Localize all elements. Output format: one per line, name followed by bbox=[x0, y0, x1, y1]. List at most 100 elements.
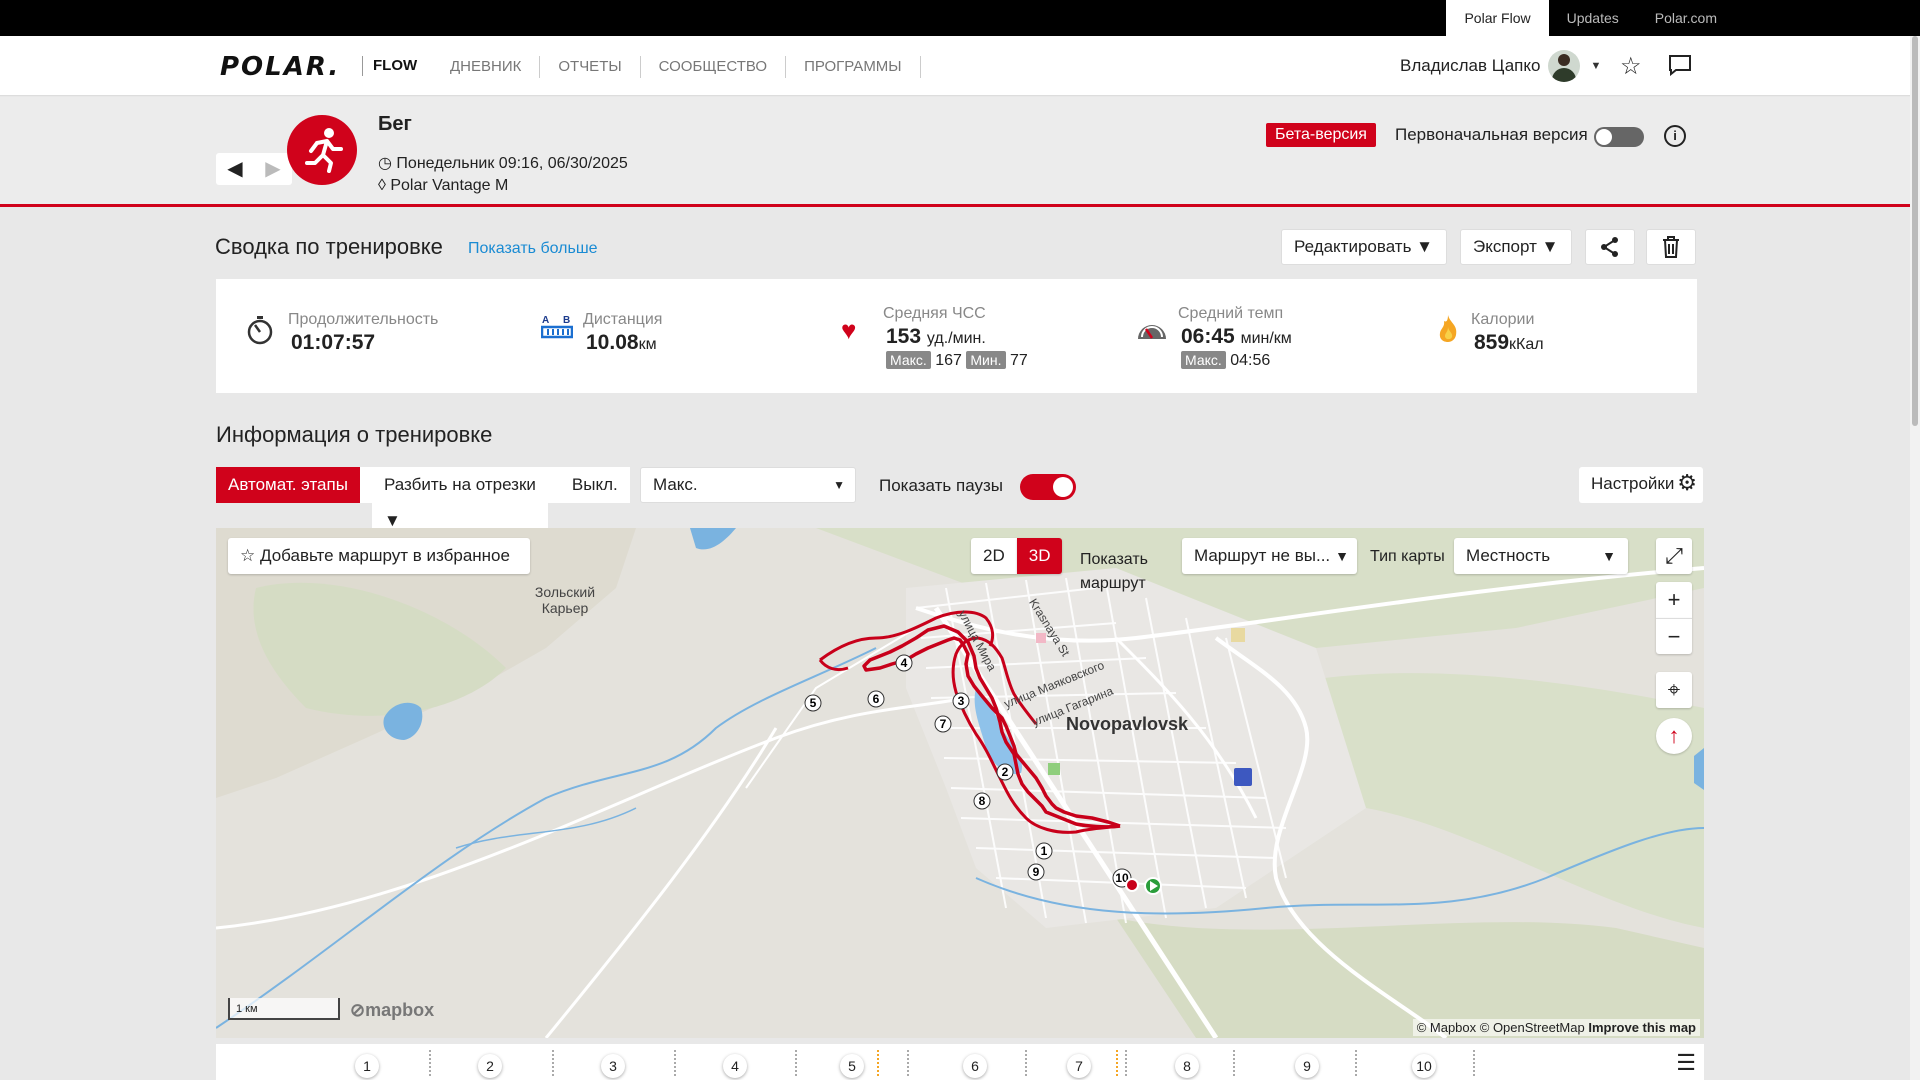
star-icon[interactable]: ☆ bbox=[1620, 52, 1642, 81]
add-favorite-route-button[interactable]: ☆ Добавьте маршрут в избранное bbox=[228, 538, 530, 574]
fullscreen-icon[interactable]: ⤢ bbox=[1656, 538, 1692, 574]
settings-button[interactable]: Настройки ⚙ bbox=[1579, 467, 1703, 503]
zoom-in-icon[interactable]: + bbox=[1656, 582, 1692, 618]
compass-icon[interactable]: ↑ bbox=[1656, 718, 1692, 754]
nav-diary[interactable]: ДНЕВНИК bbox=[432, 56, 541, 78]
pause-divider bbox=[877, 1050, 879, 1076]
message-icon[interactable] bbox=[1668, 54, 1692, 83]
svg-text:B: B bbox=[563, 315, 570, 326]
metric-pace: Средний темп 06:45 мин/км Макс. 04:56 bbox=[1136, 279, 1376, 393]
lap-marker[interactable]: 6 bbox=[963, 1054, 987, 1078]
locate-icon[interactable]: ⌖ bbox=[1656, 672, 1692, 708]
nav-programs[interactable]: ПРОГРАММЫ bbox=[786, 56, 921, 78]
mode-2d-button[interactable]: 2D bbox=[971, 538, 1017, 574]
stopwatch-icon bbox=[246, 315, 274, 352]
map-canvas[interactable]: 1 2 3 4 5 6 7 8 9 10 bbox=[216, 528, 1704, 1038]
page-scrollbar[interactable] bbox=[1910, 36, 1920, 1080]
lap-marker[interactable]: 2 bbox=[478, 1054, 502, 1078]
flame-icon bbox=[1436, 313, 1460, 350]
activity-device: ◊ Polar Vantage M bbox=[378, 177, 508, 195]
edit-button[interactable]: Редактировать ▼ bbox=[1281, 229, 1447, 265]
export-button-label: Экспорт bbox=[1473, 237, 1537, 256]
route-select[interactable]: Маршрут не вы... ▼ bbox=[1182, 538, 1357, 574]
scrollbar-thumb[interactable] bbox=[1912, 36, 1918, 426]
svg-text:1: 1 bbox=[1041, 844, 1048, 858]
lap-mode-segments: Автомат. этапы Разбить на отрезки ▼ Выкл… bbox=[216, 467, 630, 539]
activity-title: Бег bbox=[378, 113, 412, 135]
delete-button[interactable] bbox=[1646, 229, 1696, 265]
clock-icon: ◷ bbox=[378, 155, 392, 172]
svg-text:5: 5 bbox=[810, 696, 817, 710]
polar-logo[interactable]: POLAR. bbox=[220, 52, 340, 82]
nav-community[interactable]: СООБЩЕСТВО bbox=[641, 56, 787, 78]
pace-range: Макс. 04:56 bbox=[1181, 351, 1270, 370]
duration-label: Продолжительность bbox=[288, 311, 439, 328]
improve-map-link[interactable]: Improve this map bbox=[1588, 1020, 1696, 1035]
chevron-down-icon[interactable]: ▼ bbox=[1590, 60, 1601, 72]
caret-down-icon: ▼ bbox=[1335, 548, 1349, 564]
zoom-out-icon[interactable]: − bbox=[1656, 618, 1692, 654]
pace-value: 06:45 мин/км bbox=[1181, 325, 1292, 349]
hr-min-value: 77 bbox=[1009, 352, 1028, 369]
heart-icon: ♥ bbox=[841, 315, 857, 345]
link-polar-flow[interactable]: Polar Flow bbox=[1446, 0, 1549, 36]
mapbox-logo[interactable]: ⊘mapbox bbox=[350, 1000, 434, 1021]
distance-icon: AB bbox=[540, 313, 574, 352]
activity-date-text: Понедельник 09:16, 06/30/2025 bbox=[396, 155, 628, 172]
gear-icon: ⚙ bbox=[1677, 470, 1697, 495]
share-button[interactable] bbox=[1585, 229, 1635, 265]
lap-marker[interactable]: 1 bbox=[355, 1054, 379, 1078]
flow-logo[interactable]: FLOW bbox=[362, 56, 417, 76]
show-pauses-label: Показать паузы bbox=[879, 476, 1003, 495]
export-button[interactable]: Экспорт ▼ bbox=[1460, 229, 1572, 265]
split-segments-button[interactable]: Разбить на отрезки ▼ bbox=[359, 467, 560, 539]
map-type-select[interactable]: Местность ▼ bbox=[1454, 538, 1628, 574]
pace-number: 06:45 bbox=[1181, 325, 1235, 348]
user-name: Владислав Цапко bbox=[1400, 56, 1541, 75]
view-mode-toggle: 2D 3D bbox=[971, 538, 1063, 574]
hr-unit: уд./мин. bbox=[926, 330, 986, 347]
show-pauses-toggle[interactable] bbox=[1020, 474, 1076, 500]
route-map[interactable]: 1 2 3 4 5 6 7 8 9 10 ☆ Добавьте маршрут … bbox=[216, 528, 1704, 1038]
show-more-link[interactable]: Показать больше bbox=[468, 240, 598, 258]
filter-icon[interactable]: ☰ bbox=[1676, 1050, 1696, 1076]
lap-marker[interactable]: 5 bbox=[840, 1054, 864, 1078]
mode-3d-button[interactable]: 3D bbox=[1016, 538, 1063, 574]
hr-label: Средняя ЧСС bbox=[883, 305, 986, 322]
pause-divider bbox=[1116, 1050, 1118, 1076]
metric-distance: AB Дистанция 10.08км bbox=[540, 279, 761, 393]
map-type-label: Тип карты bbox=[1370, 548, 1445, 565]
attribution-text[interactable]: © Mapbox © OpenStreetMap bbox=[1417, 1020, 1585, 1035]
edit-button-label: Редактировать bbox=[1294, 237, 1412, 256]
lap-marker[interactable]: 10 bbox=[1412, 1054, 1436, 1078]
nav-reports[interactable]: ОТЧЕТЫ bbox=[540, 56, 641, 78]
off-button[interactable]: Выкл. bbox=[559, 467, 630, 503]
caret-down-icon: ▼ bbox=[833, 478, 845, 492]
lap-marker[interactable]: 8 bbox=[1175, 1054, 1199, 1078]
top-bar: Polar Flow Updates Polar.com bbox=[0, 0, 1920, 36]
lap-marker[interactable]: 3 bbox=[601, 1054, 625, 1078]
prev-activity-icon[interactable]: ◀ bbox=[216, 153, 254, 185]
user-menu[interactable]: Владислав Цапко ▼ bbox=[1400, 48, 1601, 84]
lap-marker[interactable]: 7 bbox=[1067, 1054, 1091, 1078]
summary-metrics: Продолжительность 01:07:57 AB Дистанция … bbox=[216, 279, 1697, 393]
link-updates[interactable]: Updates bbox=[1549, 0, 1637, 36]
metric-select[interactable]: Макс. ▼ bbox=[640, 467, 856, 503]
top-links: Polar Flow Updates Polar.com bbox=[1446, 0, 1920, 36]
trash-icon bbox=[1663, 236, 1679, 258]
map-label-quarry: Зольский Карьер bbox=[534, 584, 596, 616]
original-version-label: Первоначальная версия bbox=[1395, 125, 1588, 144]
metric-select-value: Макс. bbox=[653, 475, 698, 494]
link-polar-com[interactable]: Polar.com bbox=[1637, 0, 1735, 36]
pace-max-value: 04:56 bbox=[1230, 352, 1271, 369]
original-version-toggle[interactable] bbox=[1594, 127, 1644, 147]
svg-text:6: 6 bbox=[873, 692, 880, 706]
lap-divider bbox=[1355, 1050, 1357, 1076]
lap-divider bbox=[1233, 1050, 1235, 1076]
lap-marker[interactable]: 9 bbox=[1295, 1054, 1319, 1078]
activity-nav: ◀ ▶ bbox=[216, 153, 292, 185]
svg-text:4: 4 bbox=[901, 656, 908, 670]
auto-laps-button[interactable]: Автомат. этапы bbox=[216, 467, 360, 503]
lap-marker[interactable]: 4 bbox=[723, 1054, 747, 1078]
info-icon[interactable]: i bbox=[1664, 125, 1686, 147]
